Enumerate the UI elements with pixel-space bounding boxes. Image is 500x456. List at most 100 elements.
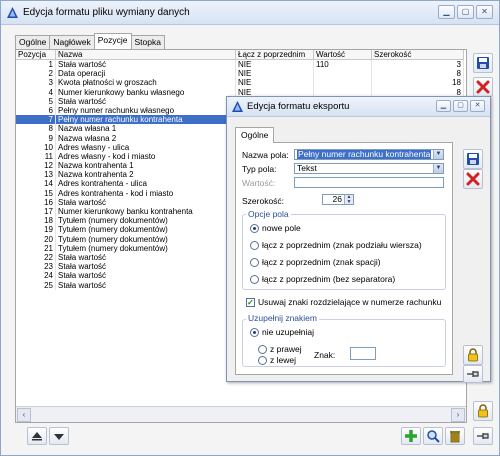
- radio-empty-icon: [250, 274, 259, 284]
- table-cell: 4: [16, 87, 56, 97]
- main-tabs: Ogólne Nagłówek Pozycje Stopka: [15, 33, 165, 49]
- radio-empty-icon: [258, 355, 267, 365]
- column-header-nazwa[interactable]: Nazwa: [56, 50, 236, 59]
- dialog-minimize-button[interactable]: ▁: [436, 100, 451, 112]
- table-cell: 7: [16, 115, 56, 125]
- dialog-maximize-button[interactable]: ▢: [453, 100, 468, 112]
- table-cell: 1: [16, 60, 56, 70]
- table-row[interactable]: 1 Stała wartość NIE 110 3: [16, 60, 464, 70]
- tab-pozycje[interactable]: Pozycje: [93, 33, 132, 49]
- znak-input[interactable]: [350, 347, 376, 360]
- znak-label: Znak:: [314, 350, 336, 360]
- table-cell: Kwota płatności w groszach: [56, 78, 236, 88]
- dialog-close-button[interactable]: ✕: [470, 100, 485, 112]
- dialog-save-button[interactable]: [463, 149, 483, 169]
- tab-naglowek[interactable]: Nagłówek: [49, 35, 95, 49]
- table-cell: NIE: [236, 60, 314, 70]
- chevron-down-icon: ▼: [433, 164, 443, 173]
- magnifier-icon: [427, 430, 440, 443]
- option-lacz-wiersz[interactable]: łącz z poprzednim (znak podziału wiersza…: [250, 240, 422, 250]
- spin-arrows-icon[interactable]: ▲ ▼: [344, 195, 353, 204]
- minimize-button[interactable]: ▁: [438, 5, 455, 19]
- move-down-button[interactable]: [49, 427, 69, 445]
- option-z-lewej[interactable]: z lewej: [258, 355, 296, 365]
- lock-icon: [478, 404, 488, 418]
- export-format-dialog: Edycja formatu eksportu ▁ ▢ ✕ Ogólne Naz…: [226, 96, 491, 383]
- table-cell: Stała wartość: [56, 96, 236, 106]
- pin-button[interactable]: [473, 427, 493, 445]
- column-header-pozycja[interactable]: Pozycja: [16, 50, 56, 59]
- dialog-title: Edycja formatu eksportu: [247, 101, 350, 112]
- table-cell: Nazwa kontrahenta 1: [56, 161, 236, 171]
- dialog-pin-button[interactable]: [463, 365, 483, 383]
- table-cell: Nazwa własna 2: [56, 133, 236, 143]
- table-cell: Numer kierunkowy banku własnego: [56, 87, 236, 97]
- usuwaj-znaki-checkbox[interactable]: ✓ Usuwaj znaki rozdzielające w numerze ra…: [246, 297, 441, 307]
- scroll-left-icon[interactable]: ‹: [17, 408, 31, 422]
- scroll-right-icon[interactable]: ›: [451, 408, 465, 422]
- trash-icon: [450, 431, 460, 443]
- dialog-lock-button[interactable]: [463, 345, 483, 365]
- save-button[interactable]: [473, 53, 493, 73]
- save-disk-icon: [477, 57, 489, 69]
- uzupelnij-title: Uzupełnij znakiem: [246, 313, 319, 323]
- tab-ogolne[interactable]: Ogólne: [15, 35, 51, 49]
- table-cell: Stała wartość: [56, 60, 236, 70]
- table-cell: 18: [16, 216, 56, 226]
- wartosc-input[interactable]: [294, 177, 444, 188]
- table-cell: 20: [16, 234, 56, 244]
- horizontal-scrollbar[interactable]: ‹ ›: [16, 406, 466, 422]
- table-cell: 14: [16, 179, 56, 189]
- grid-header: Pozycja Nazwa Łącz z poprzednim Wartość …: [16, 50, 464, 60]
- column-header-lacz[interactable]: Łącz z poprzednim: [236, 50, 314, 59]
- table-cell: Adres kontrahenta - ulica: [56, 179, 236, 189]
- table-cell: Pełny numer rachunku własnego: [56, 105, 236, 116]
- table-cell: Adres własny - kod i miasto: [56, 151, 236, 162]
- tab-stopka[interactable]: Stopka: [130, 35, 165, 49]
- szerokosc-label: Szerokość:: [242, 196, 285, 206]
- table-cell: 12: [16, 161, 56, 171]
- table-cell: 10: [16, 142, 56, 152]
- table-row[interactable]: 3 Kwota płatności w groszach NIE 18: [16, 78, 464, 88]
- column-header-wartosc[interactable]: Wartość: [314, 50, 372, 59]
- add-button[interactable]: [401, 427, 421, 445]
- table-cell: 3: [372, 60, 464, 70]
- maximize-button[interactable]: ▢: [457, 5, 474, 19]
- option-z-prawej[interactable]: z prawej: [258, 344, 302, 354]
- find-button[interactable]: [423, 427, 443, 445]
- table-cell: 16: [16, 197, 56, 207]
- lock-icon: [468, 348, 478, 362]
- column-header-szerokosc[interactable]: Szerokość: [372, 50, 464, 59]
- table-cell: Nazwa własna 1: [56, 124, 236, 134]
- table-cell: 5: [16, 96, 56, 106]
- table-cell: 25: [16, 280, 56, 290]
- pin-icon: [477, 433, 489, 439]
- cancel-x-icon: [466, 172, 480, 186]
- dialog-tab-ogolne[interactable]: Ogólne: [235, 127, 275, 143]
- table-cell: 19: [16, 225, 56, 235]
- save-disk-icon: [467, 153, 479, 165]
- lock-button[interactable]: [473, 401, 493, 421]
- close-button[interactable]: ✕: [476, 5, 493, 19]
- dialog-cancel-button[interactable]: [463, 169, 483, 189]
- table-cell: Adres kontrahenta - kod i miasto: [56, 188, 236, 198]
- table-cell: 13: [16, 170, 56, 180]
- radio-selected-icon: [250, 327, 259, 337]
- option-lacz-bez-separatora[interactable]: łącz z poprzednim (bez separatora): [250, 274, 395, 284]
- radio-empty-icon: [258, 344, 267, 354]
- typ-pola-select[interactable]: Tekst ▼: [294, 163, 444, 174]
- szerokosc-spinner[interactable]: 26 ▲ ▼: [322, 194, 354, 205]
- table-row[interactable]: 2 Data operacji NIE 8: [16, 69, 464, 79]
- dialog-titlebar: Edycja formatu eksportu ▁ ▢ ✕: [227, 97, 490, 117]
- table-cell: Adres własny - ulica: [56, 142, 236, 152]
- option-nowe-pole[interactable]: nowe pole: [250, 223, 301, 233]
- move-up-button[interactable]: [27, 427, 47, 445]
- nazwa-pola-select[interactable]: Pełny numer rachunku kontrahenta ▼: [294, 149, 444, 160]
- option-lacz-spacja[interactable]: łącz z poprzednim (znak spacji): [250, 257, 381, 267]
- cancel-x-icon: [476, 80, 490, 94]
- cancel-button[interactable]: [473, 77, 493, 97]
- pin-icon: [467, 371, 479, 377]
- option-nie-uzupelniaj[interactable]: nie uzupełniaj: [250, 327, 314, 337]
- delete-button[interactable]: [445, 427, 465, 445]
- window-title: Edycja formatu pliku wymiany danych: [23, 7, 190, 18]
